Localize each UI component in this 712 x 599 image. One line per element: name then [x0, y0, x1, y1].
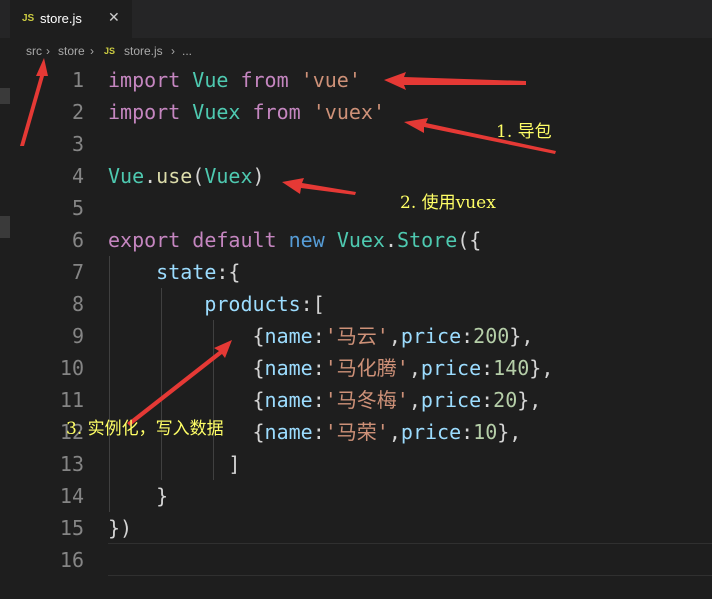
arrow-to-import-vue [384, 72, 526, 90]
annotation-use-vuex: 2. 使用vuex [400, 193, 496, 213]
annotation-arrows [20, 58, 556, 426]
arrow-to-vue-use [282, 178, 356, 195]
arrow-to-breadcrumb [20, 58, 48, 146]
annotation-instantiate: 3. 实例化，写入数据 [66, 419, 224, 439]
annotation-import: 1. 导包 [496, 122, 552, 142]
